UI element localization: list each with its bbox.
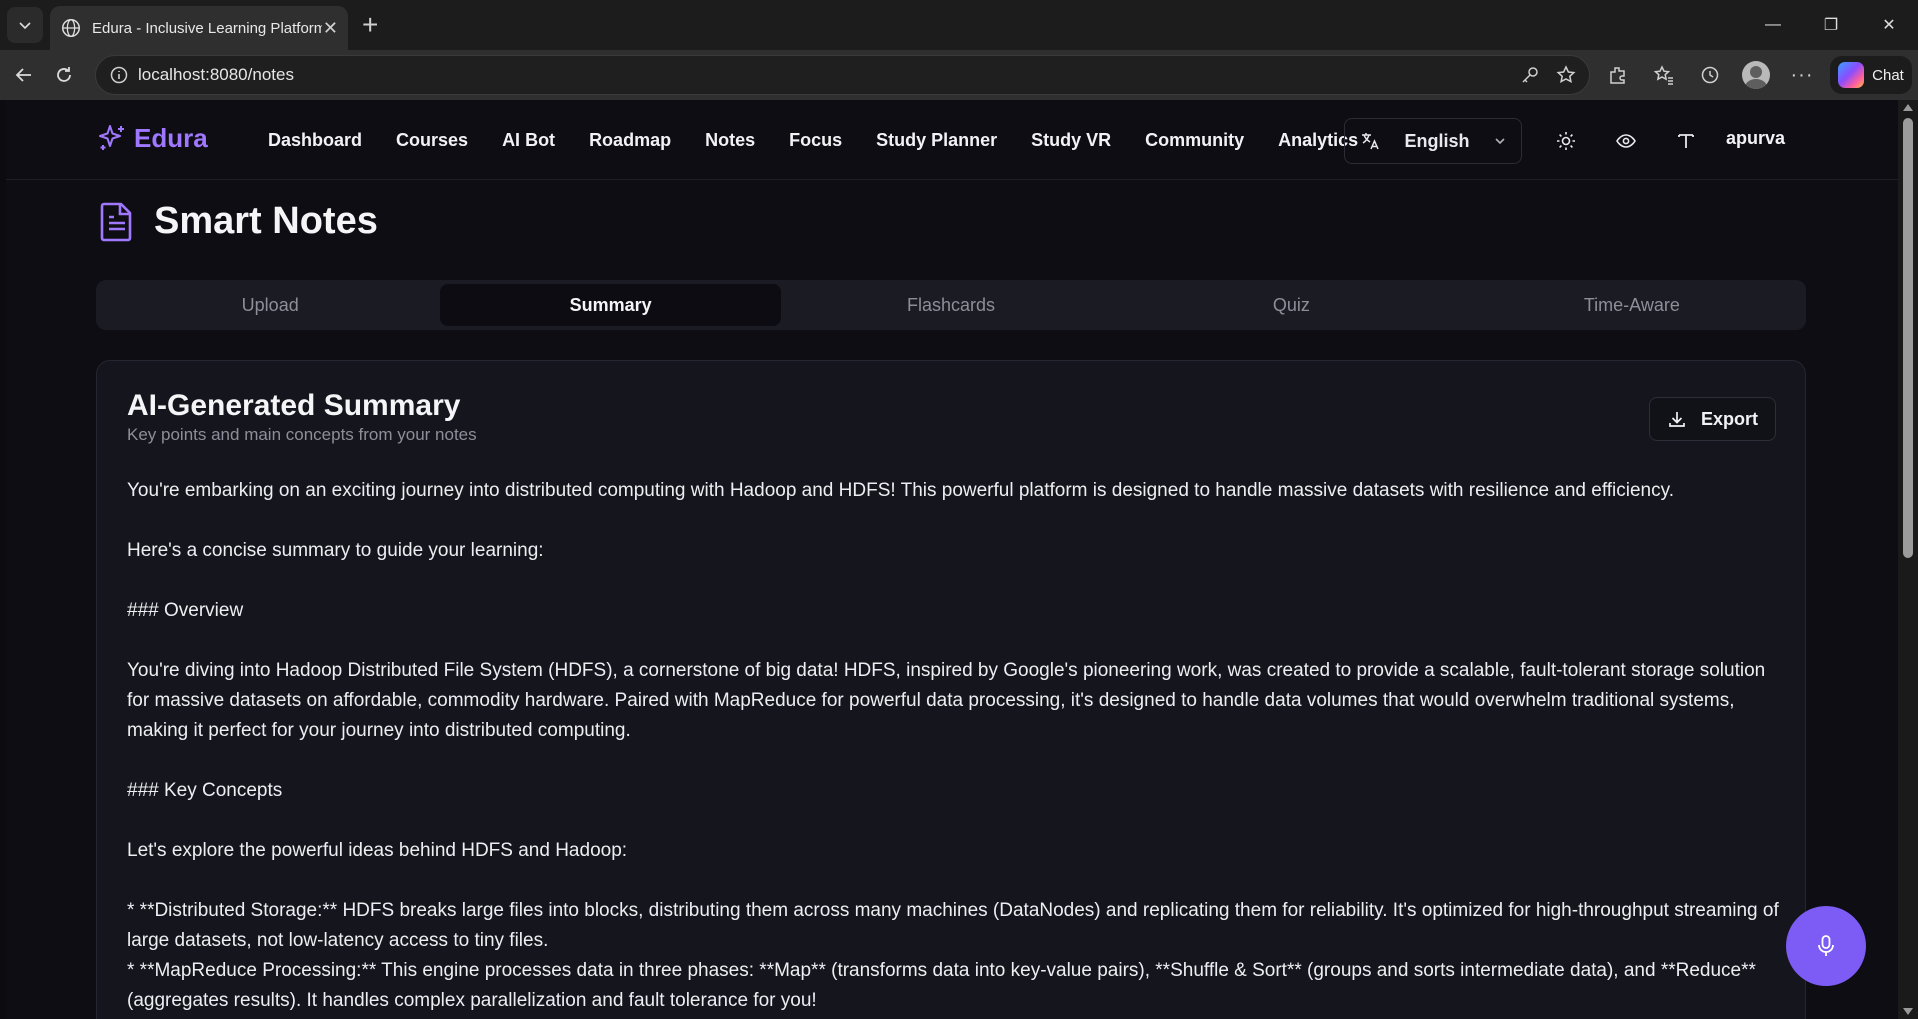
summary-content: You're embarking on an exciting journey … <box>127 476 1787 1016</box>
page-title: Smart Notes <box>154 200 378 242</box>
brand-logo[interactable]: Edura <box>96 122 208 154</box>
language-value: English <box>1404 130 1470 151</box>
copilot-icon <box>1838 62 1865 88</box>
voice-input-button[interactable] <box>1786 906 1866 986</box>
user-menu[interactable]: apurva <box>1726 128 1785 149</box>
tab-quiz[interactable]: Quiz <box>1121 284 1461 326</box>
summary-paragraph: Let's explore the powerful ideas behind … <box>127 840 628 861</box>
summary-paragraph: Here's a concise summary to guide your l… <box>127 540 544 561</box>
microphone-icon <box>1818 935 1834 956</box>
window-close-icon[interactable]: ✕ <box>1860 0 1918 50</box>
site-info-icon[interactable] <box>110 66 128 84</box>
url-text[interactable]: localhost:8080/notes <box>138 65 294 85</box>
export-button[interactable]: Export <box>1649 397 1776 441</box>
nav-dashboard[interactable]: Dashboard <box>251 130 379 151</box>
summary-subtitle: Key points and main concepts from your n… <box>127 425 477 444</box>
tab-summary[interactable]: Summary <box>440 284 781 326</box>
nav-community[interactable]: Community <box>1128 130 1261 151</box>
tab-actions-menu-button[interactable] <box>7 7 43 43</box>
summary-bullet: * **Distributed Storage:** HDFS breaks l… <box>127 900 1779 951</box>
tab-flashcards[interactable]: Flashcards <box>781 284 1121 326</box>
translate-icon <box>1362 133 1379 150</box>
scrollbar-thumb[interactable] <box>1903 118 1913 558</box>
star-icon[interactable] <box>1555 64 1577 86</box>
browser-tab-strip: Edura - Inclusive Learning Platform ✕ + … <box>0 0 1918 50</box>
chat-label: Chat <box>1872 66 1904 84</box>
browser-tab-title: Edura - Inclusive Learning Platform <box>92 19 322 37</box>
reload-icon[interactable] <box>44 55 84 95</box>
nav-courses[interactable]: Courses <box>379 130 485 151</box>
document-icon <box>100 202 132 241</box>
scroll-up-arrow-icon[interactable] <box>1903 104 1913 111</box>
chevron-down-icon <box>19 22 31 30</box>
tab-upload[interactable]: Upload <box>100 284 440 326</box>
more-options-icon[interactable]: ··· <box>1784 57 1820 93</box>
export-label: Export <box>1700 408 1758 429</box>
brand-name: Edura <box>134 122 208 153</box>
browser-tab-active[interactable]: Edura - Inclusive Learning Platform ✕ <box>50 6 348 50</box>
back-arrow-icon[interactable] <box>4 55 44 95</box>
close-tab-icon[interactable]: ✕ <box>323 18 338 39</box>
page-viewport: Edura Dashboard Courses AI Bot Roadmap N… <box>6 100 1898 1019</box>
copilot-chat-button[interactable]: Chat <box>1830 56 1912 94</box>
summary-title: AI-Generated Summary <box>127 389 461 422</box>
notes-tabs: Upload Summary Flashcards Quiz Time-Awar… <box>96 280 1806 330</box>
page-header: Smart Notes <box>98 200 378 243</box>
theme-toggle-sun-icon[interactable] <box>1536 130 1596 152</box>
tab-time-aware[interactable]: Time-Aware <box>1462 284 1802 326</box>
nav-ai-bot[interactable]: AI Bot <box>485 130 572 151</box>
nav-roadmap[interactable]: Roadmap <box>572 130 688 151</box>
nav-study-planner[interactable]: Study Planner <box>859 130 1014 151</box>
app-navbar: Edura Dashboard Courses AI Bot Roadmap N… <box>6 100 1898 180</box>
main-nav: Dashboard Courses AI Bot Roadmap Notes F… <box>251 100 1375 180</box>
nav-focus[interactable]: Focus <box>772 130 859 151</box>
summary-heading: ### Key Concepts <box>127 780 283 801</box>
summary-card: AI-Generated Summary Key points and main… <box>96 360 1806 1019</box>
new-tab-icon[interactable]: + <box>362 10 378 40</box>
browser-toolbar: localhost:8080/notes ··· Chat <box>0 50 1918 100</box>
page-scrollbar[interactable] <box>1898 100 1918 1019</box>
scroll-down-arrow-icon[interactable] <box>1903 1008 1913 1015</box>
text-size-icon[interactable] <box>1656 130 1716 152</box>
profile-avatar[interactable] <box>1738 57 1774 93</box>
summary-bullet: * **MapReduce Processing:** This engine … <box>127 960 1756 1011</box>
history-icon[interactable] <box>1692 57 1728 93</box>
sparkles-icon <box>99 125 124 150</box>
nav-study-vr[interactable]: Study VR <box>1014 130 1128 151</box>
minimize-icon[interactable]: — <box>1744 0 1802 50</box>
accessibility-eye-icon[interactable] <box>1596 130 1656 152</box>
globe-icon <box>62 19 80 37</box>
window-controls: — ❐ ✕ <box>1744 0 1918 50</box>
nav-notes[interactable]: Notes <box>688 130 772 151</box>
extensions-icon[interactable] <box>1600 57 1636 93</box>
summary-heading: ### Overview <box>127 600 244 621</box>
restore-icon[interactable]: ❐ <box>1802 0 1860 50</box>
address-bar[interactable]: localhost:8080/notes <box>95 55 1590 95</box>
chevron-down-icon <box>1495 138 1505 145</box>
favorites-icon[interactable] <box>1646 57 1682 93</box>
summary-paragraph: You're diving into Hadoop Distributed Fi… <box>127 660 1766 741</box>
summary-paragraph: You're embarking on an exciting journey … <box>127 480 1674 501</box>
language-select[interactable]: English <box>1344 118 1522 164</box>
download-icon <box>1669 412 1685 427</box>
key-icon[interactable] <box>1519 64 1541 86</box>
